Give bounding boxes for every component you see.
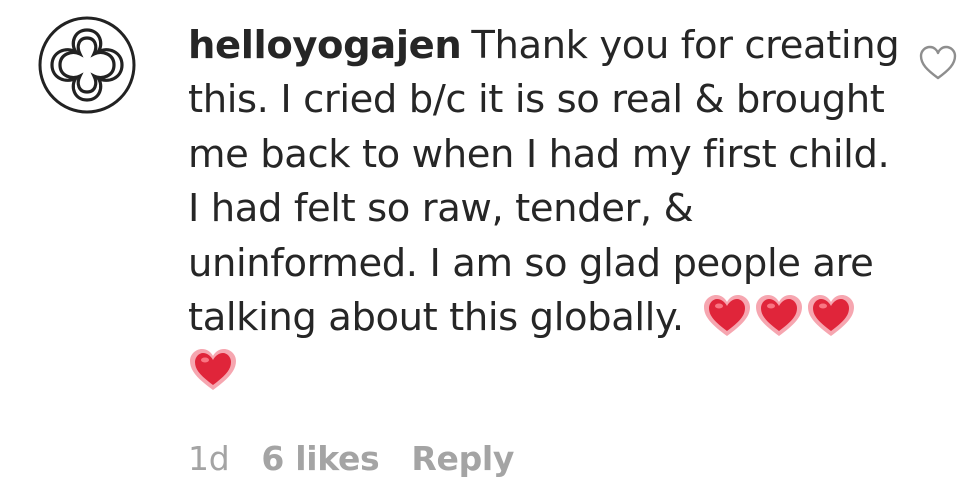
comment-text: Thank you for creating: [471, 23, 900, 68]
avatar-logo-icon: [38, 16, 136, 114]
comment-line: talking about this globally.: [188, 291, 888, 345]
heart-outline-icon: [919, 45, 957, 80]
comment-line: helloyogajen Thank you for creating: [188, 19, 900, 73]
avatar[interactable]: [38, 16, 136, 114]
like-button[interactable]: [918, 44, 958, 82]
heart-emoji-icon: [806, 294, 856, 338]
heart-emoji-icon: [754, 294, 804, 338]
timestamp[interactable]: 1d: [188, 439, 230, 478]
reply-button[interactable]: Reply: [411, 439, 514, 478]
username-link[interactable]: helloyogajen: [188, 23, 462, 68]
comment-body: helloyogajen Thank you for creating this.…: [188, 19, 900, 400]
comment-line: I had felt so raw, tender, &: [188, 186, 694, 232]
heart-emoji-icon: [188, 348, 238, 392]
comment-meta: 1d 6 likes Reply: [188, 437, 546, 481]
likes-count-button[interactable]: 6 likes: [261, 439, 379, 478]
comment-line: uninformed. I am so glad people are: [188, 240, 874, 286]
heart-emoji-icon: [702, 294, 752, 338]
comment-item: helloyogajen Thank you for creating this.…: [0, 0, 980, 503]
comment-text: talking about this globally.: [188, 294, 684, 340]
comment-line: me back to when I had my first child.: [188, 131, 890, 177]
comment-line: [188, 345, 888, 399]
comment-line: this. I cried b/c it is so real & brough…: [188, 77, 885, 123]
